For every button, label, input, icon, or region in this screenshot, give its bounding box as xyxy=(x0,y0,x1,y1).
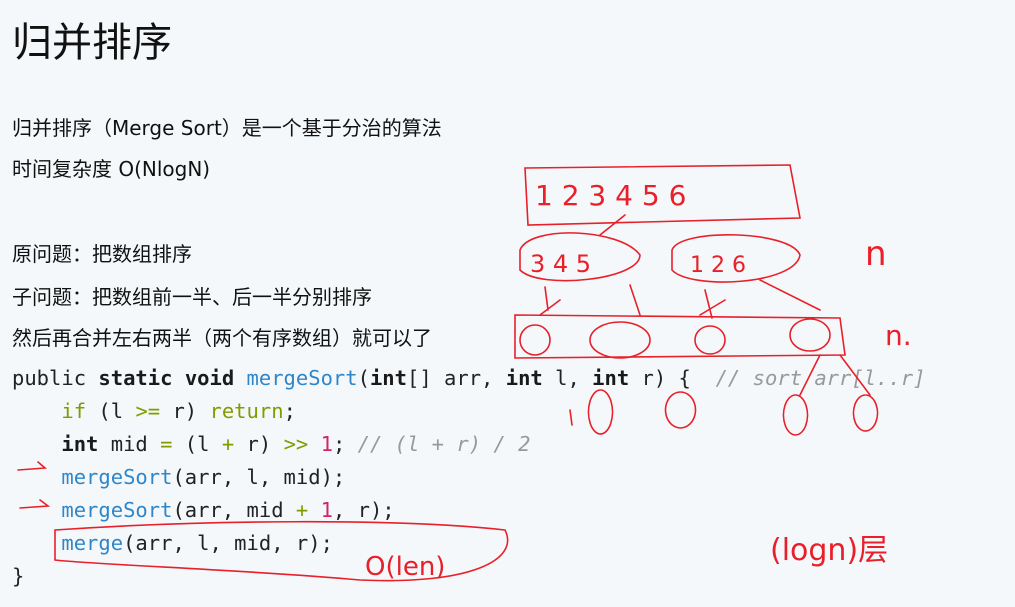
handwritten-annotations: n n. 1 2 3 4 5 6 3 4 5 1 2 6 O(len) (log… xyxy=(17,164,912,582)
ink-arrows xyxy=(17,461,51,509)
ink-n-1: n xyxy=(865,234,887,274)
ink-level-box xyxy=(514,314,846,359)
ink-right-digits: 1 2 6 xyxy=(690,253,746,278)
ink-n-2: n. xyxy=(885,319,912,352)
ink-leaves xyxy=(569,354,879,436)
ink-top-digits: 1 2 3 4 5 6 xyxy=(535,179,686,212)
ink-logn: (logn)层 xyxy=(770,533,888,568)
ink-left-digits: 3 4 5 xyxy=(530,250,591,278)
ink-On: O(len) xyxy=(365,552,445,582)
ink-small-circles xyxy=(519,318,831,359)
